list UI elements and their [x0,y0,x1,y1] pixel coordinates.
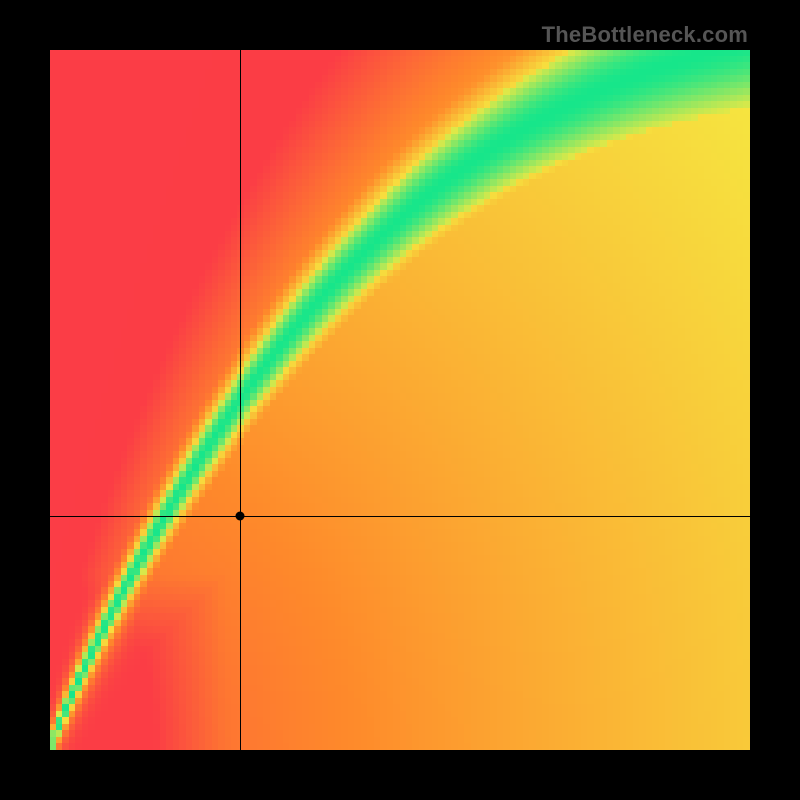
plot-area [50,50,750,750]
heatmap-canvas [50,50,750,750]
chart-frame: TheBottleneck.com [0,0,800,800]
watermark-text: TheBottleneck.com [542,22,748,48]
